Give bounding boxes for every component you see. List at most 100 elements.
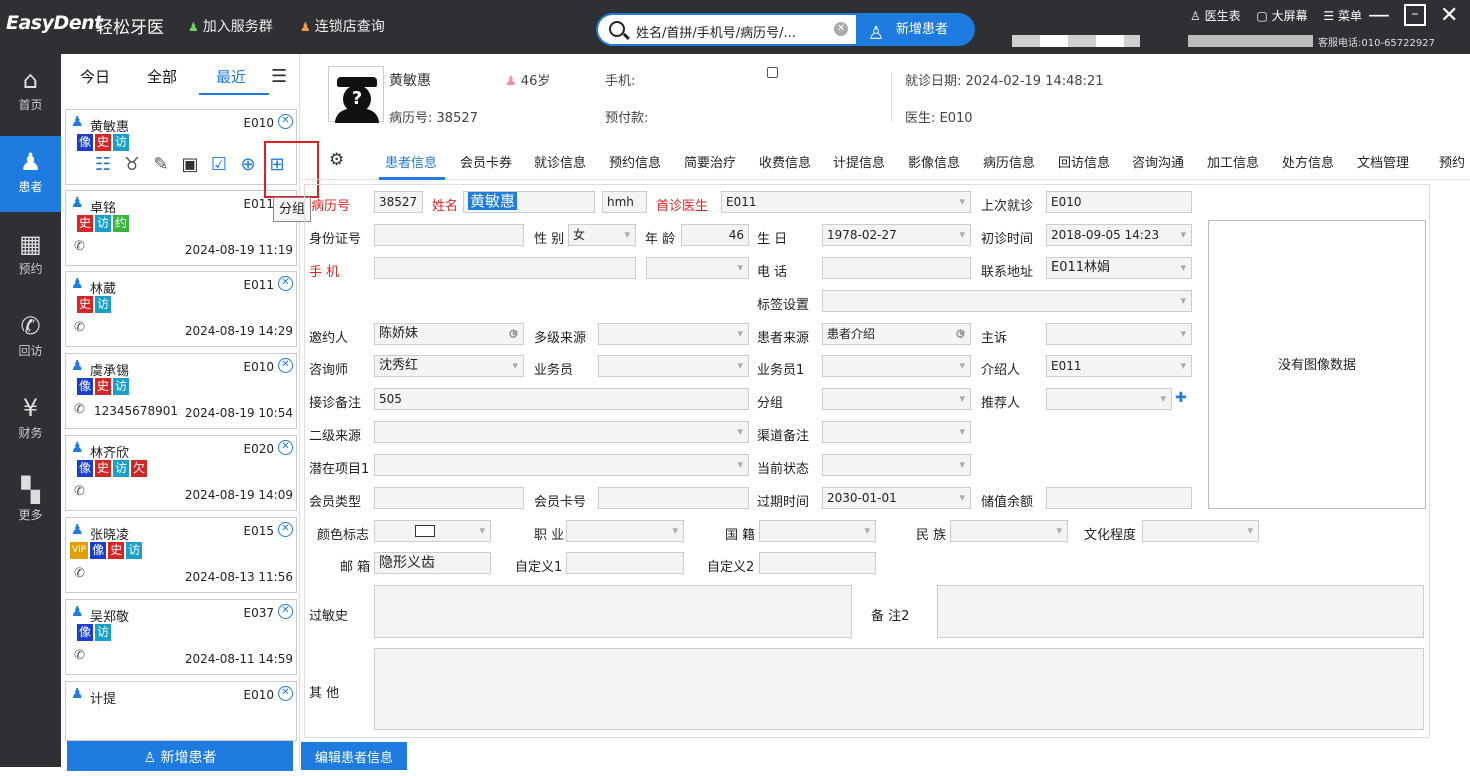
- patient-card[interactable]: ♟ 计提 E010 ✕: [65, 681, 297, 741]
- tag-select[interactable]: [822, 290, 1192, 312]
- big-screen-link[interactable]: ▢ 大屏幕: [1256, 9, 1313, 23]
- join-group-link[interactable]: ♟ 加入服务群: [188, 16, 273, 36]
- tab-patient-info[interactable]: 患者信息: [385, 152, 437, 171]
- settings-icon[interactable]: ⚙: [955, 327, 966, 341]
- patient-card[interactable]: ♟ 林齐欣 E020 ✕ 像史访欠 ✆ 2024-08-19 14:09: [65, 435, 297, 511]
- tab-recent[interactable]: 最近: [216, 66, 246, 87]
- patient-card[interactable]: ♟ 虞承锡 E010 ✕ 像史访 ✆ 12345678901 2024-08-1…: [65, 353, 297, 429]
- clear-icon[interactable]: ✕: [834, 22, 848, 36]
- education-select[interactable]: [1142, 520, 1259, 542]
- tab-member-card[interactable]: 会员卡券: [460, 152, 512, 171]
- doctor-table-link[interactable]: ♙ 医生表: [1190, 9, 1247, 23]
- close-icon[interactable]: ✕: [278, 686, 293, 701]
- tab-documents[interactable]: 文档管理: [1357, 152, 1409, 171]
- edit-patient-button[interactable]: 编辑患者信息: [301, 742, 407, 770]
- settings-icon[interactable]: ⚙: [508, 327, 519, 341]
- tab-image[interactable]: 影像信息: [908, 152, 960, 171]
- status-select[interactable]: [822, 454, 971, 476]
- close-icon[interactable]: ✕: [278, 276, 293, 291]
- member-card-field[interactable]: [598, 487, 749, 509]
- nav-more[interactable]: ▚ 更多: [0, 464, 61, 540]
- custom2-field[interactable]: [759, 552, 876, 574]
- tab-appointment2[interactable]: 预约: [1439, 152, 1465, 171]
- nation-select[interactable]: [759, 520, 876, 542]
- tab-today[interactable]: 今日: [80, 66, 110, 87]
- id-field[interactable]: [374, 224, 524, 246]
- group-select[interactable]: [822, 388, 971, 410]
- nav-patient[interactable]: ♟ 患者: [0, 136, 61, 212]
- tab-charge[interactable]: 收费信息: [759, 152, 811, 171]
- potential-select[interactable]: [374, 454, 749, 476]
- close-icon[interactable]: ✕: [278, 440, 293, 455]
- pinyin-field[interactable]: hmh: [602, 191, 647, 213]
- last-visit-field[interactable]: E010: [1046, 191, 1192, 213]
- patient-card[interactable]: ♟ 黄敏惠 E010 ✕ 像史访 ☷ ♉ ✎ ▣ ☑ ⊕ ⊞: [65, 109, 297, 185]
- close-icon[interactable]: ✕: [278, 114, 293, 129]
- job-select[interactable]: [566, 520, 684, 542]
- introducer-select[interactable]: E011: [1046, 355, 1192, 377]
- inviter-select[interactable]: 陈娇妹: [374, 323, 524, 345]
- tab-appointment[interactable]: 预约信息: [609, 152, 661, 171]
- tab-commission[interactable]: 计提信息: [833, 152, 885, 171]
- custom1-field[interactable]: [566, 552, 684, 574]
- reception-note-field[interactable]: 505: [374, 388, 749, 410]
- close-icon[interactable]: ✕: [278, 604, 293, 619]
- search-input[interactable]: 姓名/首拼/手机号/病历号/... ✕: [596, 13, 856, 46]
- member-type-field[interactable]: [374, 487, 524, 509]
- card-icon[interactable]: ▣: [179, 154, 201, 176]
- record-no-field[interactable]: 38527: [374, 191, 423, 213]
- salesman-select[interactable]: [598, 355, 749, 377]
- mobile-type-select[interactable]: [646, 257, 749, 279]
- tab-treatment[interactable]: 简要治疗: [684, 152, 736, 171]
- minimize-button[interactable]: —: [1368, 3, 1390, 28]
- add-circle-icon[interactable]: ⊕: [237, 154, 259, 176]
- tel-field[interactable]: [822, 257, 971, 279]
- tab-all[interactable]: 全部: [147, 66, 177, 87]
- patient-card[interactable]: ♟ 张晓凌 E015 ✕ VIP 像史访 ✆ 2024-08-13 11:56: [65, 517, 297, 593]
- nav-appointment[interactable]: ▦ 预约: [0, 218, 61, 294]
- first-visit-select[interactable]: 2018-09-05 14:23: [1046, 224, 1192, 246]
- gender-select[interactable]: 女: [568, 224, 636, 246]
- age-field[interactable]: 46: [681, 224, 749, 246]
- list-menu-icon[interactable]: ☰: [271, 66, 287, 87]
- tab-record[interactable]: 病历信息: [983, 152, 1035, 171]
- chain-query-link[interactable]: ♟ 连锁店查询: [300, 16, 385, 36]
- birthday-select[interactable]: 1978-02-27: [822, 224, 971, 246]
- name-field[interactable]: 黄敏惠: [463, 191, 595, 213]
- close-icon[interactable]: ✕: [278, 358, 293, 373]
- multi-source-select[interactable]: [598, 323, 749, 345]
- record-icon[interactable]: ✎: [150, 154, 172, 176]
- tab-followup[interactable]: 回访信息: [1058, 152, 1110, 171]
- nav-home[interactable]: ⌂ 首页: [0, 54, 61, 130]
- new-patient-button[interactable]: ♙ 新增患者: [856, 13, 975, 46]
- patient-card[interactable]: ♟ 卓铭 E011 史访约 ✆ 2024-08-19 11:19: [65, 190, 297, 266]
- patient-card[interactable]: ♟ 林葳 E011 ✕ 史访 ✆ 2024-08-19 14:29: [65, 271, 297, 347]
- consultant-select[interactable]: 沈秀红: [374, 355, 524, 377]
- menu-link[interactable]: ☰ 菜单: [1323, 9, 1368, 23]
- close-button[interactable]: ✕: [1440, 3, 1458, 28]
- message-icon[interactable]: ☷: [92, 154, 114, 176]
- tab-consult[interactable]: 咨询沟通: [1132, 152, 1184, 171]
- source2-select[interactable]: [374, 421, 749, 443]
- tab-processing[interactable]: 加工信息: [1207, 152, 1259, 171]
- complaint-select[interactable]: [1046, 323, 1192, 345]
- close-icon[interactable]: ✕: [278, 522, 293, 537]
- other-textarea[interactable]: [374, 648, 1424, 730]
- first-doctor-select[interactable]: E011: [721, 191, 971, 213]
- calendar-check-icon[interactable]: ☑: [208, 154, 230, 176]
- ethnic-select[interactable]: [950, 520, 1068, 542]
- channel-select[interactable]: [822, 421, 971, 443]
- maximize-button[interactable]: –: [1404, 4, 1426, 26]
- tab-visit[interactable]: 就诊信息: [534, 152, 586, 171]
- expire-select[interactable]: 2030-01-01: [822, 487, 971, 509]
- note2-textarea[interactable]: [937, 585, 1424, 638]
- money-bag-icon[interactable]: ♉: [121, 154, 143, 176]
- add-icon[interactable]: ✚: [1175, 390, 1187, 406]
- copy-icon[interactable]: [767, 67, 778, 78]
- tab-prescription[interactable]: 处方信息: [1282, 152, 1334, 171]
- email-field[interactable]: 隐形义齿: [374, 552, 491, 574]
- salesman1-select[interactable]: [822, 355, 971, 377]
- balance-field[interactable]: [1046, 487, 1192, 509]
- nav-followup[interactable]: ✆ 回访: [0, 300, 61, 376]
- gear-icon[interactable]: ⚙: [329, 150, 344, 170]
